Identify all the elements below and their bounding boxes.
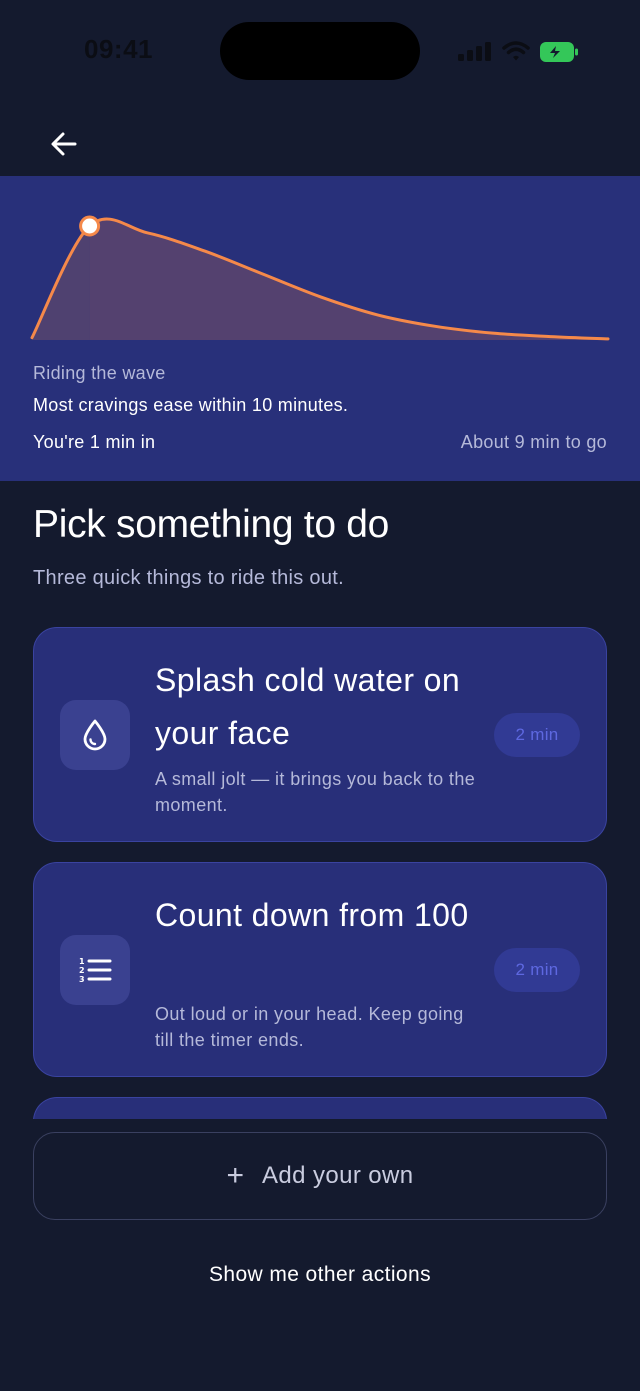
craving-wave-panel: Riding the wave Most cravings ease withi… [0,176,640,481]
svg-text:2: 2 [79,966,85,975]
action-description: Out loud or in your head. Keep going til… [155,1004,464,1050]
wifi-icon [502,41,530,61]
section-subtitle: Three quick things to ride this out. [33,567,344,589]
status-bar: 09:41 [0,0,640,100]
craving-wave-chart [30,215,610,341]
action-title: Splash cold water on your face [155,662,461,751]
svg-text:1: 1 [79,957,85,966]
card-icon-box [60,700,130,770]
card-icon-box: 1 2 3 [60,935,130,1005]
elapsed-time: You're 1 min in [33,432,156,452]
back-button[interactable] [44,124,84,164]
section-title: Pick something to do [33,503,390,546]
duration-badge: 2 min [494,948,580,992]
signal-icon [458,42,491,61]
wave-area-remaining [89,219,608,340]
dynamic-island [220,22,420,80]
arrow-left-icon [51,132,77,156]
action-title: Count down from 100 [155,897,469,933]
action-card-cold-water[interactable]: Splash cold water on your face A small j… [33,627,607,842]
craving-wave-screen: 09:41 Riding the wave Most cravings ease… [0,0,640,1391]
wave-eyebrow: Riding the wave [33,363,166,383]
add-your-own-button[interactable]: + Add your own [33,1132,607,1220]
add-your-own-label: Add your own [261,1162,414,1189]
svg-text:3: 3 [79,975,85,984]
wave-description: Most cravings ease within 10 minutes. [33,395,349,415]
water-drop-icon [83,719,107,751]
action-description: A small jolt — it brings you back to the… [155,769,476,815]
plus-icon: + [226,1159,244,1192]
duration-badge: 2 min [494,713,580,757]
current-position-marker [79,215,101,237]
status-time: 09:41 [84,34,153,64]
show-other-actions-link[interactable]: Show me other actions [0,1263,640,1287]
action-card-count-down[interactable]: 1 2 3 Count down from 100 Out loud or in… [33,862,607,1077]
battery-icon [540,42,578,62]
numbered-list-icon: 1 2 3 [79,957,112,984]
remaining-time: About 9 min to go [460,432,607,452]
